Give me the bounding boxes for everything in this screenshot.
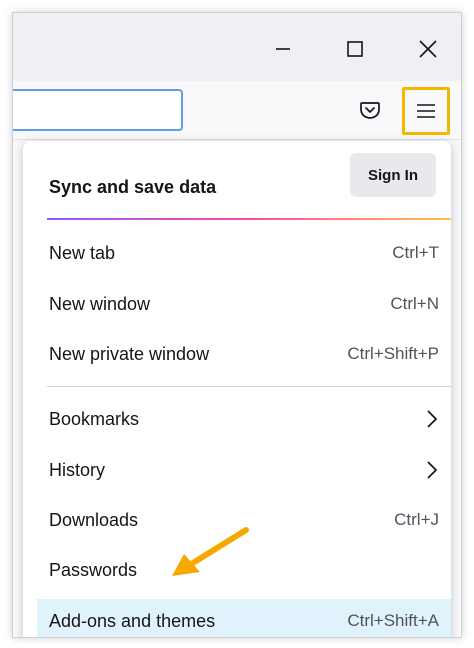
navigation-toolbar <box>13 81 461 140</box>
menu-item-shortcut: Ctrl+J <box>394 510 439 529</box>
sync-divider <box>47 218 451 220</box>
chevron-right-icon <box>425 459 439 481</box>
close-button[interactable] <box>408 31 448 67</box>
minimize-button[interactable] <box>263 31 303 67</box>
close-icon <box>419 40 437 58</box>
menu-item-addons-and-themes[interactable]: Add-ons and themes Ctrl+Shift+A <box>37 599 451 637</box>
menu-item-label: Bookmarks <box>49 408 140 429</box>
menu-item-label: Downloads <box>49 509 139 530</box>
app-menu-button[interactable] <box>402 87 450 135</box>
menu-item-new-tab[interactable]: New tab Ctrl+T <box>37 231 451 275</box>
sync-header: Sync and save data Sign In <box>23 141 451 213</box>
menu-separator <box>47 386 451 387</box>
maximize-button[interactable] <box>335 31 375 67</box>
minimize-icon <box>276 48 290 50</box>
menu-item-history[interactable]: History <box>37 448 451 492</box>
menu-item-bookmarks[interactable]: Bookmarks <box>37 397 451 441</box>
menu-item-shortcut: Ctrl+Shift+P <box>347 344 439 363</box>
menu-item-shortcut: Ctrl+Shift+A <box>347 611 439 630</box>
menu-item-label: New tab <box>49 242 116 263</box>
menu-item-shortcut: Ctrl+T <box>392 243 439 262</box>
menu-item-label: Passwords <box>49 559 138 580</box>
hamburger-menu-icon <box>417 104 435 118</box>
url-bar[interactable] <box>13 89 183 131</box>
maximize-icon <box>347 41 363 57</box>
sync-title: Sync and save data <box>49 177 217 197</box>
pocket-icon <box>360 102 380 119</box>
menu-item-label: Add-ons and themes <box>49 610 216 631</box>
chevron-right-icon <box>425 408 439 430</box>
menu-item-new-window[interactable]: New window Ctrl+N <box>37 282 451 326</box>
menu-item-label: New window <box>49 293 151 314</box>
menu-item-shortcut: Ctrl+N <box>390 294 439 313</box>
sign-in-button[interactable]: Sign In <box>350 153 436 197</box>
pocket-button[interactable] <box>353 93 387 127</box>
menu-item-new-private-window[interactable]: New private window Ctrl+Shift+P <box>37 332 451 376</box>
menu-item-label: New private window <box>49 343 210 364</box>
menu-item-label: History <box>49 459 106 480</box>
annotation-arrow-icon <box>172 527 249 576</box>
title-bar <box>13 13 461 81</box>
